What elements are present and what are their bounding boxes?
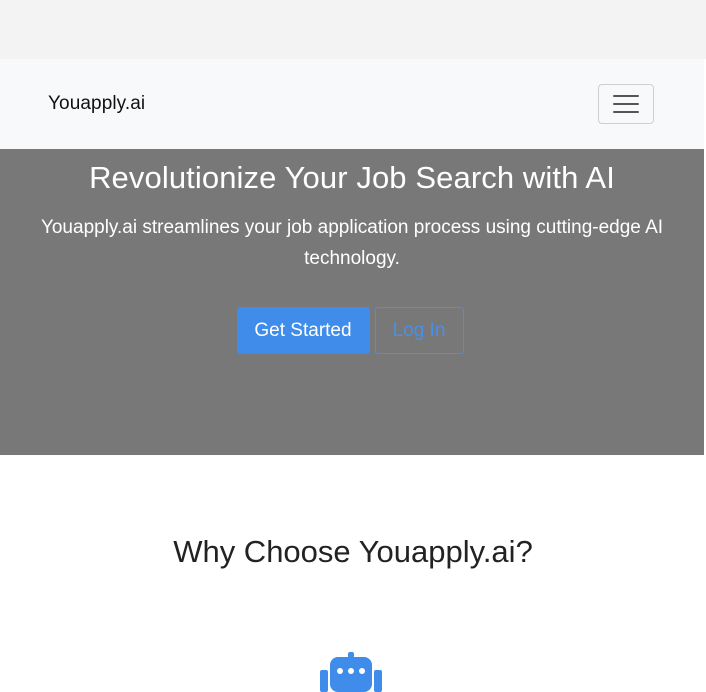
get-started-button[interactable]: Get Started — [236, 307, 370, 354]
navbar-toggle-button[interactable] — [598, 84, 654, 124]
navbar: Youapply.ai — [0, 59, 704, 149]
hero-actions: Get Started Log In — [0, 307, 704, 354]
hamburger-menu-icon-bar-2 — [613, 103, 639, 105]
navbar-brand[interactable]: Youapply.ai — [48, 93, 145, 115]
hero-title: Revolutionize Your Job Search with AI — [89, 160, 615, 195]
hamburger-menu-icon — [613, 95, 639, 97]
hero-subtitle: Youapply.ai streamlines your job applica… — [40, 217, 664, 269]
browser-top-strip — [0, 0, 706, 59]
log-in-button[interactable]: Log In — [374, 307, 464, 354]
hamburger-menu-icon-bar-3 — [613, 111, 639, 113]
hero-section: Revolutionize Your Job Search with AI Yo… — [0, 149, 704, 455]
robot-icon — [320, 652, 382, 692]
why-choose-section: Why Choose Youapply.ai? — [0, 455, 706, 692]
why-choose-title: Why Choose Youapply.ai? — [173, 534, 533, 569]
